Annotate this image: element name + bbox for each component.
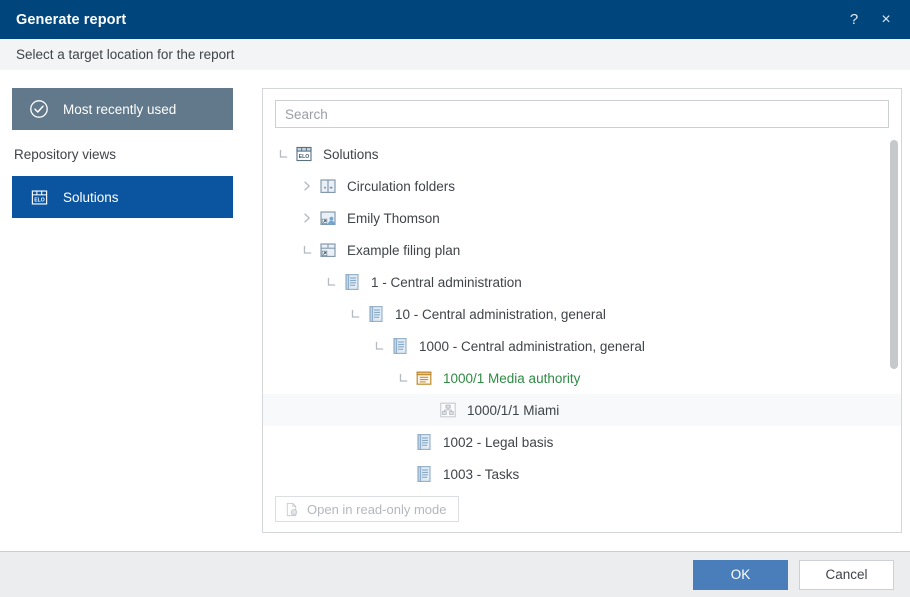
ok-button[interactable]: OK bbox=[693, 559, 788, 590]
svg-text:ELO: ELO bbox=[34, 197, 45, 203]
sidebar-item-label-solutions: Solutions bbox=[63, 189, 119, 205]
close-icon[interactable]: × bbox=[876, 9, 896, 31]
generate-report-dialog: Generate report ? × Select a target loca… bbox=[0, 0, 910, 597]
hierarchy-icon bbox=[437, 400, 458, 421]
filing-plan-icon bbox=[317, 240, 338, 261]
tree-node-label: 1000/1/1 Miami bbox=[467, 402, 560, 418]
check-circle-icon bbox=[28, 98, 50, 120]
tree-node-label: Solutions bbox=[323, 146, 379, 162]
tree-row[interactable]: 1002 - Legal basis bbox=[263, 426, 901, 458]
tree-expanded-icon[interactable] bbox=[393, 362, 413, 394]
dialog-subtitle: Select a target location for the report bbox=[16, 47, 235, 62]
sidebar-group-label: Repository views bbox=[14, 147, 117, 162]
search-input[interactable] bbox=[275, 100, 889, 128]
register-icon bbox=[341, 272, 362, 293]
folder-orange-icon bbox=[413, 368, 434, 389]
tree-panel-wrapper: ELO Solutions Circulation folders Emily Tho… bbox=[247, 88, 910, 551]
tree-expanded-icon[interactable] bbox=[321, 266, 341, 298]
tree-row[interactable]: Emily Thomson bbox=[263, 202, 901, 234]
elo-archive-icon: ELO bbox=[28, 186, 50, 208]
tree-scroll-area: ELO Solutions Circulation folders Emily Tho… bbox=[263, 137, 901, 492]
svg-text:ELO: ELO bbox=[298, 154, 309, 160]
tree-row[interactable]: Circulation folders bbox=[263, 170, 901, 202]
titlebar-actions: ? × bbox=[844, 9, 896, 31]
panel-actions: Open in read-only mode bbox=[263, 492, 901, 532]
register-icon bbox=[365, 304, 386, 325]
tree-row[interactable]: 1000/1 Media authority bbox=[263, 362, 901, 394]
register-icon bbox=[389, 336, 410, 357]
chevron-right-icon[interactable] bbox=[297, 170, 317, 202]
open-read-only-button[interactable]: Open in read-only mode bbox=[275, 496, 460, 522]
tree-expanded-icon[interactable] bbox=[273, 138, 293, 170]
tree-list: ELO Solutions Circulation folders Emily Tho… bbox=[263, 137, 901, 490]
help-icon[interactable]: ? bbox=[844, 9, 864, 31]
tree-node-label: 1000/1 Media authority bbox=[443, 370, 581, 386]
tree-node-label: 10 - Central administration, general bbox=[395, 306, 606, 322]
tree-row[interactable]: 1 - Central administration bbox=[263, 266, 901, 298]
tree-expanded-icon[interactable] bbox=[297, 234, 317, 266]
tree-row[interactable]: 1000 - Central administration, general bbox=[263, 330, 901, 362]
tree-scrollbar-thumb[interactable] bbox=[890, 140, 898, 369]
tree-row[interactable]: Example filing plan bbox=[263, 234, 901, 266]
dialog-subtitle-bar: Select a target location for the report bbox=[0, 39, 910, 70]
tree-node-label: Circulation folders bbox=[347, 178, 456, 194]
tree-row[interactable]: 10 - Central administration, general bbox=[263, 298, 901, 330]
sidebar-item-solutions[interactable]: ELO Solutions bbox=[12, 176, 233, 218]
location-tree-panel: ELO Solutions Circulation folders Emily Tho… bbox=[262, 88, 902, 533]
user-folder-icon bbox=[317, 208, 338, 229]
tree-row[interactable]: ELO Solutions bbox=[263, 138, 901, 170]
elo-archive-icon: ELO bbox=[293, 144, 314, 165]
tree-node-label: 1002 - Legal basis bbox=[443, 434, 554, 450]
document-lock-icon bbox=[283, 501, 299, 517]
register-icon bbox=[413, 464, 434, 485]
tree-expanded-icon[interactable] bbox=[345, 298, 365, 330]
dialog-body: Most recently used Repository views ELO … bbox=[0, 70, 910, 551]
cancel-button[interactable]: Cancel bbox=[799, 559, 894, 590]
folder-box-icon bbox=[317, 176, 338, 197]
dialog-footer: OK Cancel bbox=[0, 551, 910, 597]
sidebar-item-label-mru: Most recently used bbox=[63, 101, 177, 117]
search-row bbox=[263, 89, 901, 137]
tree-scrollbar[interactable] bbox=[890, 137, 898, 492]
open-read-only-label: Open in read-only mode bbox=[307, 501, 447, 517]
register-icon bbox=[413, 432, 434, 453]
tree-node-label: Example filing plan bbox=[347, 242, 461, 258]
sidebar-item-most-recently-used[interactable]: Most recently used bbox=[12, 88, 233, 130]
chevron-right-icon[interactable] bbox=[297, 202, 317, 234]
tree-node-label: 1000 - Central administration, general bbox=[419, 338, 645, 354]
tree-node-label: Emily Thomson bbox=[347, 210, 440, 226]
sidebar: Most recently used Repository views ELO … bbox=[0, 88, 247, 551]
tree-node-label: 1 - Central administration bbox=[371, 274, 522, 290]
dialog-titlebar: Generate report ? × bbox=[0, 0, 910, 39]
dialog-title: Generate report bbox=[16, 11, 127, 28]
tree-row[interactable]: 1000/1/1 Miami bbox=[263, 394, 901, 426]
tree-node-label: 1003 - Tasks bbox=[443, 466, 520, 482]
tree-row[interactable]: 1003 - Tasks bbox=[263, 458, 901, 490]
tree-expanded-icon[interactable] bbox=[369, 330, 389, 362]
